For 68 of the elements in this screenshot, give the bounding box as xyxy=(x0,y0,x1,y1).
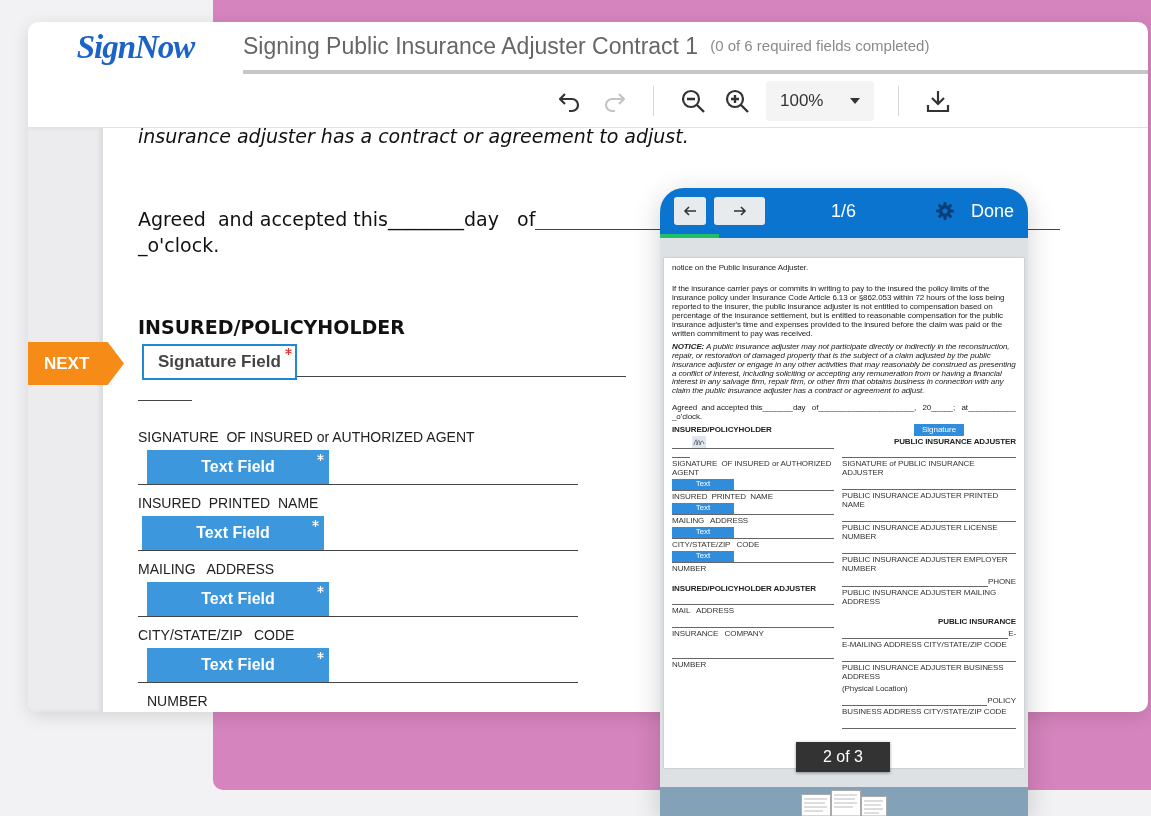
field-label: PHONE xyxy=(988,577,1016,587)
arrow-right-icon xyxy=(732,206,747,216)
text-field[interactable]: Text xyxy=(672,503,734,515)
signature-icon xyxy=(692,436,706,449)
zoom-out-icon xyxy=(680,87,706,114)
text-field[interactable]: Text xyxy=(672,527,734,539)
document-text: insurance adjuster has a contract or agreement to adjust. xyxy=(138,128,689,147)
field-label: BUSINESS ADDRESS CITY/STATE/ZIP CODE xyxy=(842,708,1007,718)
field-label: NUMBER xyxy=(146,691,208,711)
field-label: PUBLIC INSURANCE ADJUSTER LICENSE NUMBER xyxy=(842,524,999,542)
field-label: E- xyxy=(1008,629,1016,639)
field-label: PUBLIC INSURANCE ADJUSTER EMPLOYER NUMBER xyxy=(842,555,1009,574)
text-field[interactable]: Text Field xyxy=(147,581,329,616)
field-label: POLICY xyxy=(987,697,1016,707)
arrow-left-icon xyxy=(683,206,697,216)
back-button[interactable] xyxy=(674,197,706,225)
field-label: MAIL ADDRESS xyxy=(672,606,734,616)
text-field[interactable]: Text Field xyxy=(142,515,324,550)
caret-icon xyxy=(850,97,860,104)
paragraph: If the insurance carrier pays or commits in writing to pay to the insured the policy limits of the insurance policy under Insurance Code Article 6.13 or §862.053 within 72 hours of the loss being reported to the insurer, the public insurance adjuster is not entitled to compensation based on percentage of the insurance settlement, but is entitled to reasonable compensation for the public insurance adjuster's time and expenses provided to the insured before the claim was paid or the written commitment to pay was received. xyxy=(672,284,1006,339)
field-label: CITY/STATE/ZIP CODE xyxy=(672,541,760,550)
document-text: _o'clock. xyxy=(138,233,220,256)
field-label: NUMBER xyxy=(672,660,707,670)
settings-icon[interactable] xyxy=(935,202,954,220)
paragraph: Agreed and accepted this_______day of______________________, 20_____; at___________ xyxy=(672,404,1016,414)
field-label: PUBLIC INSURANCE ADJUSTER BUSINESS ADDRESS xyxy=(842,663,1005,682)
field-label: PUBLIC INSURANCE ADJUSTER PRINTED NAME xyxy=(842,492,1000,511)
text-field[interactable]: Text Field xyxy=(147,647,329,682)
page-thumbnail[interactable] xyxy=(801,794,831,816)
section-heading: INSURED/POLICYHOLDER xyxy=(138,314,405,340)
page-thumbnail[interactable] xyxy=(861,796,887,816)
next-button[interactable]: NEXT xyxy=(28,342,124,385)
signature-button[interactable]: Signature xyxy=(914,424,964,437)
field-label: INSURANCE COMPANY xyxy=(672,629,764,639)
field-label: SIGNATURE of PUBLIC INSURANCE ADJUSTER xyxy=(842,460,976,479)
text-field[interactable]: Text Field xyxy=(147,449,329,484)
field-label: MAILING ADDRESS xyxy=(672,517,749,527)
section-heading: INSURED/POLICYHOLDER ADJUSTER xyxy=(672,584,816,594)
field-label: INSURED PRINTED NAME xyxy=(138,493,319,513)
page-thumbnail[interactable] xyxy=(831,790,861,816)
text-field[interactable]: Text xyxy=(672,479,734,491)
zoom-in-icon xyxy=(724,87,750,114)
field-label: (Physical Location) xyxy=(842,684,908,694)
paragraph: _o'clock. xyxy=(672,413,703,423)
forward-button[interactable] xyxy=(714,197,765,225)
document-title: Signing Public Insurance Adjuster Contract 1 xyxy=(243,31,699,61)
paragraph: notice on the Public Insurance Adjuster. xyxy=(672,264,810,273)
done-button[interactable]: Done xyxy=(970,197,1014,225)
field-label: SIGNATURE OF INSURED or AUTHORIZED AGENT xyxy=(672,460,833,479)
field-label: CITY/STATE/ZIP CODE xyxy=(138,625,295,645)
logo: SignNow xyxy=(76,28,195,68)
page-indicator: 1/6 xyxy=(831,199,857,223)
section-heading: PUBLIC INSURANCE ADJUSTER xyxy=(893,438,1016,448)
zoom-select[interactable]: 100% xyxy=(766,80,874,121)
fields-progress-text: (0 of 6 required fields completed) xyxy=(710,35,930,56)
field-label: NUMBER xyxy=(672,565,707,574)
section-heading: PUBLIC INSURANCE xyxy=(938,617,1016,627)
page-tooltip: 2 of 3 xyxy=(796,742,890,772)
text-field[interactable]: Text xyxy=(672,551,734,562)
field-label: PUBLIC INSURANCE ADJUSTER MAILING ADDRESS xyxy=(842,588,998,607)
signature-field[interactable]: Signature Field xyxy=(142,343,297,380)
field-label: SIGNATURE OF INSURED or AUTHORIZED AGENT xyxy=(138,427,475,447)
document-text: Agreed and accepted this________day of xyxy=(138,207,536,233)
section-heading: INSURED/POLICYHOLDER xyxy=(672,426,772,436)
field-label: MAILING ADDRESS xyxy=(138,559,275,579)
field-label: INSURED PRINTED NAME xyxy=(672,493,773,503)
paragraph: NOTICE: A public insurance adjuster may not participate directly or indirectly in the reconstruction, repair, or restoration of damaged property that is the subject of a claim adjusted by the public insurance adjuster or engage in any other activities that may reasonably be construed as presenting a conflict of interest, including soliciting or accepting any remuneration from or having a financial interest in any salvage firm, repair firm, or other firm that obtains business in connection with any claim the public insurance adjuster has a contract or agreement to adjust. xyxy=(672,342,1016,397)
field-label: E-MAILING ADDRESS CITY/STATE/ZIP CODE xyxy=(842,640,1007,650)
